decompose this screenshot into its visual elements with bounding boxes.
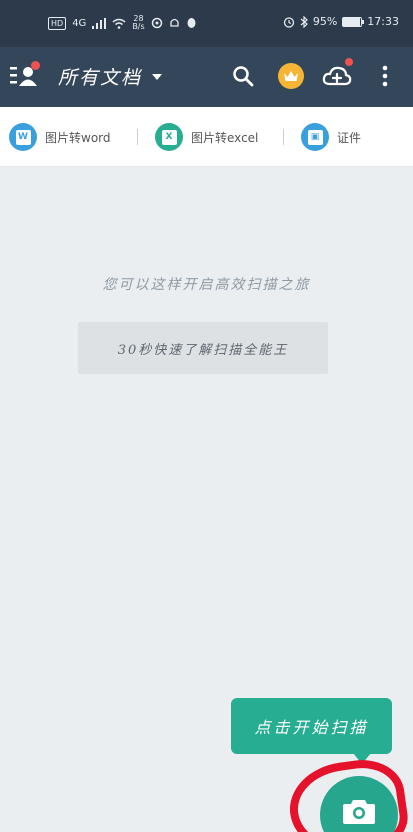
battery-percent: 95% [312, 15, 338, 28]
battery-fill [343, 17, 361, 26]
wifi-icon [112, 18, 126, 29]
shortcut-label: 证件 [337, 130, 362, 145]
divider [137, 129, 138, 145]
tutorial-button[interactable]: 30秒快速了解扫描全能王 [78, 322, 328, 374]
divider [283, 129, 284, 145]
camera-icon [343, 800, 375, 824]
net-speed: 28 B/s [132, 15, 144, 31]
hd-badge: HD [48, 16, 67, 30]
cloud-sync-button[interactable] [322, 58, 353, 91]
shortcut-id-card[interactable]: ▣ 证件 [301, 123, 361, 151]
more-options-button[interactable] [370, 61, 400, 91]
shortcut-label: 图片转word [45, 130, 111, 145]
word-glyph: W [15, 129, 31, 145]
shortcut-image-to-word[interactable]: W 图片转word [9, 123, 111, 151]
status-right: 95% 17:33 [283, 15, 399, 28]
tooltip-text: 点击开始扫描 [254, 718, 369, 737]
net-speed-unit: B/s [132, 22, 145, 31]
network-type: 4G [72, 17, 87, 29]
notification-dot [31, 61, 40, 70]
folder-dropdown[interactable]: 所有文档 [58, 63, 163, 90]
more-vertical-icon [382, 65, 388, 87]
shortcut-bar: W 图片转word X 图片转excel ▣ 证件 [0, 107, 413, 167]
id-card-glyph: ▣ [307, 129, 323, 145]
clock: 17:33 [367, 15, 399, 28]
excel-icon: X [155, 123, 183, 151]
crown-badge [278, 63, 304, 89]
status-left: HD 4G 28 B/s [48, 15, 197, 31]
shortcut-label: 图片转excel [191, 130, 259, 145]
alarm-icon [283, 16, 294, 28]
cloud-upload-icon [322, 66, 352, 86]
qq-icon [187, 18, 196, 28]
search-button[interactable] [228, 61, 258, 91]
sync-alert-dot [345, 58, 353, 66]
word-icon: W [9, 123, 37, 151]
search-icon [233, 66, 254, 87]
page-title: 所有文档 [58, 67, 143, 89]
bell-icon [170, 18, 179, 27]
empty-state-hint: 您可以这样开启高效扫描之旅 [102, 277, 311, 293]
app-bar: 所有文档 [0, 47, 413, 107]
id-card-icon: ▣ [301, 123, 329, 151]
caret-down-icon [152, 73, 163, 80]
bluetooth-icon [300, 15, 308, 28]
excel-glyph: X [161, 129, 177, 145]
profile-menu-button[interactable] [10, 61, 40, 90]
battery-icon [342, 16, 365, 27]
status-bar: HD 4G 28 B/s 95% 17:33 [0, 0, 413, 47]
signal-icon [92, 17, 107, 29]
sync-icon [151, 17, 162, 29]
start-scan-tooltip: 点击开始扫描 [231, 698, 392, 764]
crown-icon [284, 71, 298, 81]
shortcut-image-to-excel[interactable]: X 图片转excel [155, 123, 258, 151]
premium-button[interactable] [276, 61, 306, 91]
